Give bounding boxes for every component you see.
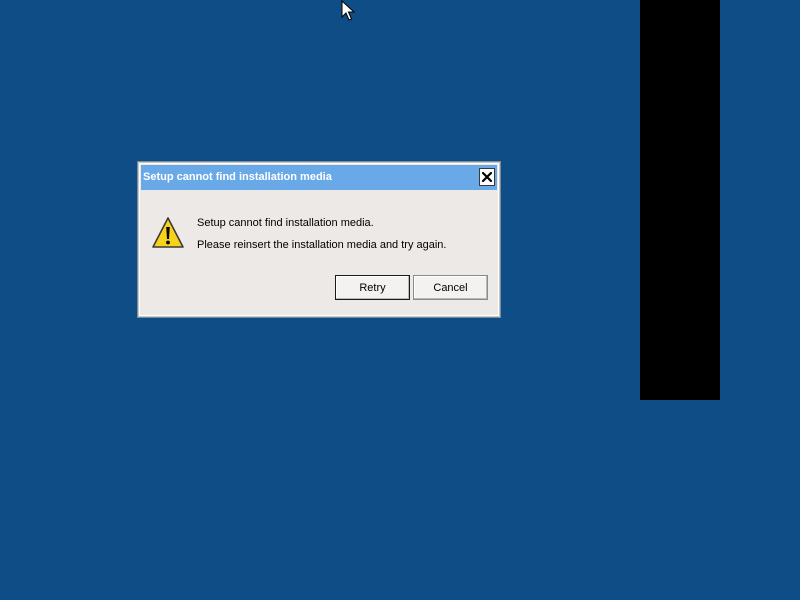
close-button[interactable] bbox=[479, 168, 495, 186]
black-overlay-panel bbox=[640, 0, 720, 400]
error-message-primary: Setup cannot find installation media. bbox=[197, 217, 374, 229]
cancel-button[interactable]: Cancel bbox=[413, 275, 488, 300]
setup-error-dialog: Setup cannot find installation media Set… bbox=[138, 162, 500, 317]
retry-button[interactable]: Retry bbox=[335, 275, 410, 300]
dialog-titlebar[interactable]: Setup cannot find installation media bbox=[141, 165, 497, 190]
mouse-pointer-icon bbox=[341, 0, 355, 21]
dialog-title: Setup cannot find installation media bbox=[143, 171, 332, 183]
warning-icon bbox=[152, 217, 184, 248]
close-icon bbox=[482, 172, 492, 182]
error-message-secondary: Please reinsert the installation media a… bbox=[197, 239, 447, 251]
